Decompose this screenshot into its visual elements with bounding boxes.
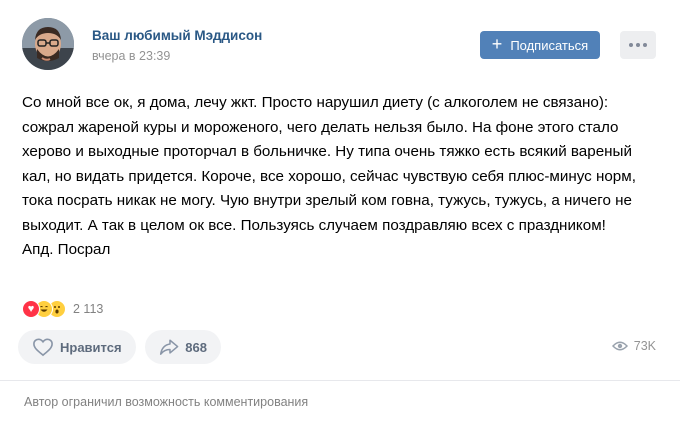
more-options-button[interactable] — [620, 31, 656, 59]
eye-icon — [611, 341, 628, 351]
views-counter: 73K — [611, 339, 656, 353]
heart-icon: ♥ — [22, 300, 40, 318]
post-actions: Нравится 868 73K — [18, 330, 656, 364]
divider — [0, 380, 680, 381]
subscribe-label: Подписаться — [510, 37, 589, 53]
post-card: Ваш любимый Мэддисон вчера в 23:39 + Под… — [0, 0, 680, 425]
like-label: Нравится — [60, 339, 122, 355]
share-count: 868 — [185, 339, 207, 355]
more-dots-icon — [643, 43, 647, 47]
more-dots-icon — [629, 43, 633, 47]
avatar-image — [22, 18, 74, 70]
more-dots-icon — [636, 43, 640, 47]
author-name[interactable]: Ваш любимый Мэддисон — [92, 28, 262, 43]
share-button[interactable]: 868 — [145, 330, 221, 364]
share-arrow-icon — [159, 339, 179, 355]
reactions-summary[interactable]: ♥ 2 113 — [22, 299, 103, 319]
like-button[interactable]: Нравится — [18, 330, 136, 364]
plus-icon: + — [491, 34, 503, 54]
subscribe-button[interactable]: + Подписаться — [480, 31, 600, 59]
heart-outline-icon — [33, 338, 53, 357]
reactions-count: 2 113 — [73, 302, 104, 316]
comments-restricted-note: Автор ограничил возможность комментирова… — [24, 395, 309, 409]
post-timestamp[interactable]: вчера в 23:39 — [92, 49, 170, 63]
views-count: 73K — [633, 339, 656, 353]
post-text: Со мной все ок, я дома, лечу жкт. Просто… — [22, 94, 636, 258]
avatar[interactable] — [22, 18, 74, 70]
post-header: Ваш любимый Мэддисон вчера в 23:39 + Под… — [22, 18, 656, 74]
